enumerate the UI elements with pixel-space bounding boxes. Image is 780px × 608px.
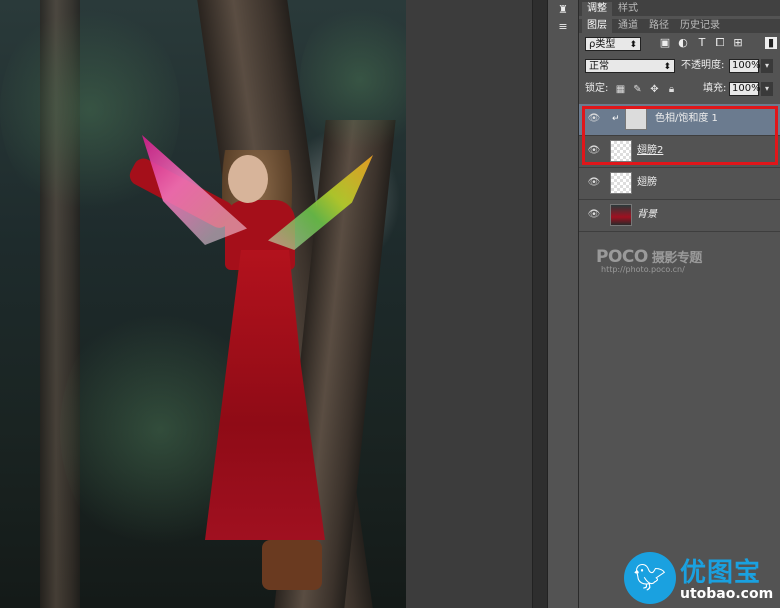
- clipping-arrow-icon: ↵: [612, 114, 620, 124]
- site-logo: 🐦︎ 优图宝 utobao.com: [624, 550, 780, 608]
- shape-filter-icon[interactable]: ⧠: [714, 37, 726, 49]
- chevron-down-icon: ⬍: [629, 40, 637, 50]
- layer-filter-select[interactable]: ρ类型 ⬍: [585, 37, 641, 51]
- layer-name: 翅膀: [637, 177, 657, 188]
- layer-row-background[interactable]: 👁︎ 背景: [579, 200, 780, 232]
- panel-dock-strip[interactable]: [532, 0, 548, 608]
- visibility-eye-icon[interactable]: 👁︎: [587, 145, 601, 157]
- head: [228, 155, 268, 203]
- collapsed-panel-icons: ♜ ≡: [548, 0, 579, 608]
- adjustment-filter-icon[interactable]: ◐: [677, 37, 689, 49]
- tab-styles[interactable]: 样式: [613, 2, 643, 16]
- lock-transparent-icon[interactable]: ▦: [615, 84, 626, 95]
- layer-row-wings[interactable]: 👁︎ 翅膀: [579, 168, 780, 200]
- layer-row-wings-2[interactable]: 👁︎ 翅膀2: [579, 136, 780, 168]
- smart-object-filter-icon[interactable]: ⊞: [732, 37, 744, 49]
- brush-presets-icon[interactable]: ♜: [552, 3, 574, 17]
- panel-tab-bar: 图层 通道 路径 历史记录: [579, 19, 780, 33]
- layer-name: 色相/饱和度 1: [655, 113, 718, 124]
- watermark-brand: POCO: [596, 247, 648, 267]
- visibility-eye-icon[interactable]: 👁︎: [587, 209, 601, 221]
- adjustments-icon[interactable]: ≡: [552, 20, 574, 34]
- bird-logo-icon: 🐦︎: [624, 552, 676, 604]
- layer-row-hue-saturation[interactable]: 👁︎ ↵ 色相/饱和度 1: [579, 104, 780, 136]
- opacity-label: 不透明度:: [681, 60, 725, 71]
- opacity-dropdown-icon[interactable]: ▾: [761, 59, 773, 73]
- layer-thumbnail: [610, 204, 632, 226]
- tab-history[interactable]: 历史记录: [675, 19, 725, 33]
- tab-paths[interactable]: 路径: [644, 19, 674, 33]
- layer-thumbnail: [610, 140, 632, 162]
- poco-watermark: POCO 摄影专题: [596, 247, 702, 267]
- image-filter-icon[interactable]: ▣: [659, 37, 671, 49]
- lock-label: 锁定:: [585, 83, 609, 94]
- filter-toggle-icon[interactable]: ▮: [765, 37, 777, 49]
- panel-tab-bar-top: 调整 样式: [579, 0, 780, 16]
- lock-pixels-icon[interactable]: ✎: [632, 84, 643, 95]
- site-logo-en: utobao.com: [680, 586, 774, 602]
- layer-list: 👁︎ ↵ 色相/饱和度 1 👁︎ 翅膀2 👁︎ 翅膀 👁︎ 背景: [579, 104, 780, 234]
- fill-dropdown-icon[interactable]: ▾: [761, 82, 773, 96]
- opacity-input[interactable]: 100%: [729, 59, 761, 73]
- tab-layers[interactable]: 图层: [582, 19, 612, 33]
- adjustment-layer-thumbnail: [625, 108, 647, 130]
- watermark-brand-cn: 摄影专题: [651, 251, 703, 266]
- foliage: [300, 0, 406, 160]
- fill-input[interactable]: 100%: [729, 82, 761, 96]
- layer-thumbnail: [610, 172, 632, 194]
- lock-position-icon[interactable]: ✥: [649, 84, 660, 95]
- type-filter-icon[interactable]: T: [696, 37, 708, 49]
- boots: [262, 540, 322, 590]
- watermark-url: http://photo.poco.cn/: [601, 265, 685, 274]
- tab-channels[interactable]: 通道: [613, 19, 643, 33]
- fill-label: 填充:: [703, 83, 727, 94]
- chevron-down-icon: ⬍: [663, 62, 671, 72]
- blend-mode-value: 正常: [589, 61, 609, 72]
- site-logo-cn: 优图宝: [680, 558, 762, 588]
- layer-name: 背景: [637, 209, 657, 220]
- blend-mode-select[interactable]: 正常 ⬍: [585, 59, 675, 73]
- layers-panel: 调整 样式 图层 通道 路径 历史记录 ρ类型 ⬍ ▣ ◐ T ⧠ ⊞ ▮ 正常 ⬍…: [579, 0, 780, 608]
- document-canvas[interactable]: [0, 0, 406, 608]
- visibility-eye-icon[interactable]: 👁︎: [587, 113, 601, 125]
- lock-all-icon[interactable]: 🔒︎: [666, 84, 677, 95]
- tab-adjustments[interactable]: 调整: [582, 2, 612, 16]
- filter-value: ρ类型: [589, 39, 616, 50]
- visibility-eye-icon[interactable]: 👁︎: [587, 177, 601, 189]
- workspace-background: [406, 0, 532, 608]
- layer-name: 翅膀2: [637, 145, 664, 156]
